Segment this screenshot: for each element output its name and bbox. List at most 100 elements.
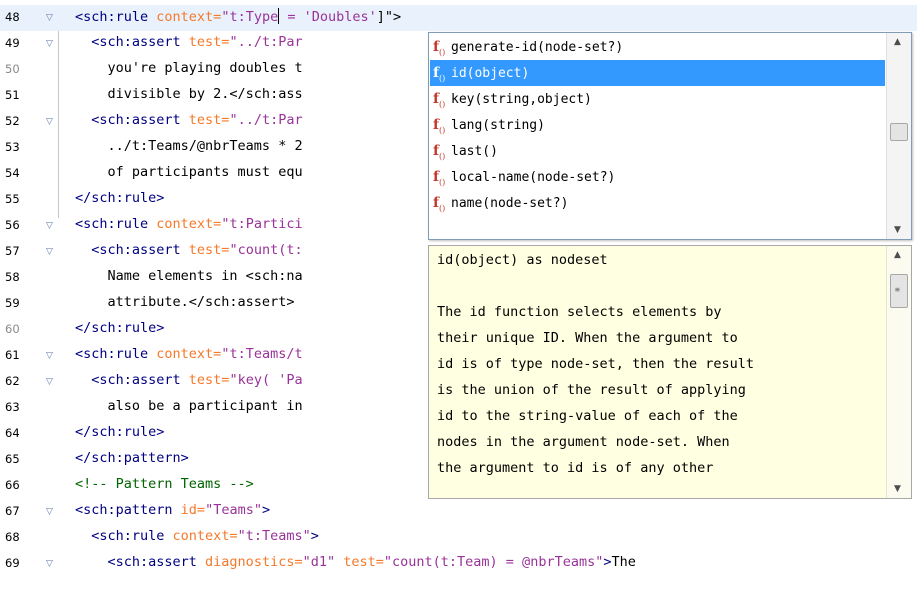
autocomplete-item[interactable]: f() local-name(node-set?) <box>430 164 885 190</box>
line-number: 55 <box>5 192 20 206</box>
code-token-val: "count(t: <box>229 242 303 258</box>
line-number: 52 <box>5 114 20 128</box>
documentation-line: the argument to id is of any other <box>437 460 714 476</box>
code-token-val: "Teams" <box>205 502 262 518</box>
documentation-line: id to the string-value of each of the <box>437 408 738 424</box>
code-token-val: "t:Teams/t <box>221 346 303 362</box>
code-token-attr: context= <box>156 9 222 25</box>
autocomplete-item-label: id(object) <box>451 66 530 81</box>
line-number: 51 <box>5 88 20 102</box>
line-number: 62 <box>5 374 20 388</box>
code-token-tag: <sch:assert <box>75 34 189 50</box>
line-number: 60 <box>5 322 20 336</box>
fold-toggle-icon[interactable]: ▽ <box>46 247 53 257</box>
autocomplete-item[interactable]: f() last() <box>430 138 885 164</box>
line-number: 50 <box>5 62 20 76</box>
code-token-tag: <sch:rule <box>75 216 157 232</box>
scroll-down-icon[interactable]: ▼ <box>894 225 901 235</box>
code-text: </sch:rule> <box>75 424 164 440</box>
code-line[interactable]: 48 ▽ <sch:rule context="t:Type = 'Doubles'… <box>0 5 917 31</box>
fold-toggle-icon[interactable]: ▽ <box>46 507 53 517</box>
code-text: </sch:rule> <box>75 320 164 336</box>
code-token-tag: <sch:pattern <box>75 502 181 518</box>
autocomplete-item-label: lang(string) <box>451 118 545 133</box>
code-text: <sch:rule context="t:Type = 'Doubles']"> <box>75 8 401 25</box>
code-token-text: of participants must equ <box>75 164 303 180</box>
documentation-scrollbar[interactable]: ▲ ≡ ▼ <box>886 246 911 498</box>
code-text: <sch:rule context="t:Teams"> <box>75 528 319 544</box>
code-text: <sch:assert test="../t:Par <box>75 112 303 128</box>
code-token-text: ]"> <box>376 9 402 25</box>
code-line[interactable]: 67 ▽ <sch:pattern id="Teams"> <box>0 499 917 525</box>
code-token-tag: </sch:rule> <box>75 190 165 206</box>
code-token-text: you're playing doubles t <box>75 60 303 76</box>
fold-toggle-icon[interactable]: ▽ <box>46 351 53 361</box>
code-token-tag: </sch:pattern> <box>75 450 189 466</box>
autocomplete-item[interactable]: f() lang(string) <box>430 112 885 138</box>
code-text: ../t:Teams/@nbrTeams * 2 <box>75 138 303 154</box>
code-text: <sch:pattern id="Teams"> <box>75 502 270 518</box>
code-token-attr: id= <box>180 502 206 518</box>
line-number: 49 <box>5 36 20 50</box>
autocomplete-item-label: local-name(node-set?) <box>451 170 616 185</box>
autocomplete-item[interactable]: f() key(string,object) <box>430 86 885 112</box>
line-number: 63 <box>5 400 20 414</box>
code-token-text: divisible by 2.</sch:ass <box>75 86 303 102</box>
documentation-popup: id(object) as nodeset The id function sel… <box>428 245 912 499</box>
code-token-attr: test= <box>188 34 230 50</box>
code-token-text: attribute.</sch:assert> <box>75 294 295 310</box>
code-text: <sch:assert test="../t:Par <box>75 34 303 50</box>
line-number: 57 <box>5 244 20 258</box>
scroll-up-icon[interactable]: ▲ <box>894 37 901 47</box>
scrollbar-thumb[interactable] <box>890 123 908 141</box>
documentation-line: The id function selects elements by <box>437 304 722 320</box>
code-token-tag: <sch:rule <box>75 346 157 362</box>
code-token-tag: > <box>310 528 319 544</box>
line-number: 59 <box>5 296 20 310</box>
code-token-tag: <sch:assert <box>75 242 189 258</box>
code-token-text: Name elements in <sch:na <box>75 268 303 284</box>
documentation-line: their unique ID. When the argument to <box>437 330 738 346</box>
code-token-attr: context= <box>172 528 238 544</box>
code-token-attr: diagnostics= <box>205 554 303 570</box>
code-token-val: "../t:Par <box>229 34 303 50</box>
fold-toggle-icon[interactable]: ▽ <box>46 377 53 387</box>
code-line[interactable]: 68 <sch:rule context="t:Teams"> <box>0 525 917 551</box>
line-number: 54 <box>5 166 20 180</box>
code-token-tag: > <box>261 502 271 518</box>
fold-toggle-icon[interactable]: ▽ <box>46 221 53 231</box>
code-token-text: also be a participant in <box>75 398 303 414</box>
line-number: 67 <box>5 504 20 518</box>
scroll-down-icon[interactable]: ▼ <box>894 484 901 494</box>
autocomplete-item-label: last() <box>451 144 498 159</box>
scroll-up-icon[interactable]: ▲ <box>894 250 901 260</box>
code-text: also be a participant in <box>75 398 303 414</box>
autocomplete-item[interactable]: f() id(object) <box>430 60 885 86</box>
scrollbar-thumb[interactable]: ≡ <box>890 274 908 308</box>
autocomplete-item[interactable]: f() name(node-set?) <box>430 190 885 216</box>
fold-toggle-icon[interactable]: ▽ <box>46 559 53 569</box>
code-token-val: "../t:Par <box>229 112 303 128</box>
autocomplete-item[interactable]: f() generate-id(node-set?) <box>430 34 885 60</box>
code-token-val: "key( 'Pa <box>229 372 303 388</box>
line-number: 48 <box>5 10 20 24</box>
code-token-tag: <sch:assert <box>75 372 189 388</box>
code-token-attr: test= <box>335 554 384 570</box>
code-token-val: "t:Teams" <box>237 528 311 544</box>
grip-icon: ≡ <box>895 285 900 294</box>
code-text: <sch:assert test="count(t: <box>75 242 303 258</box>
autocomplete-scrollbar[interactable]: ▲ ▼ <box>886 33 911 239</box>
fold-toggle-icon[interactable]: ▽ <box>46 117 53 127</box>
code-line[interactable]: 69 ▽ <sch:assert diagnostics="d1" test="c… <box>0 551 917 577</box>
fold-toggle-icon[interactable]: ▽ <box>46 39 53 49</box>
function-icon: f() <box>433 195 446 213</box>
documentation-line: nodes in the argument node-set. When <box>437 434 730 450</box>
code-token-attr: context= <box>156 346 222 362</box>
code-token-comment: <!-- Pattern Teams --> <box>75 476 254 492</box>
fold-toggle-icon[interactable]: ▽ <box>46 13 53 23</box>
code-token-val: = 'Doubles' <box>279 9 377 25</box>
autocomplete-popup[interactable]: f() generate-id(node-set?) f() id(object) f(… <box>428 32 912 240</box>
documentation-line: id(object) as nodeset <box>437 252 608 268</box>
code-text: attribute.</sch:assert> <box>75 294 295 310</box>
line-number: 58 <box>5 270 20 284</box>
